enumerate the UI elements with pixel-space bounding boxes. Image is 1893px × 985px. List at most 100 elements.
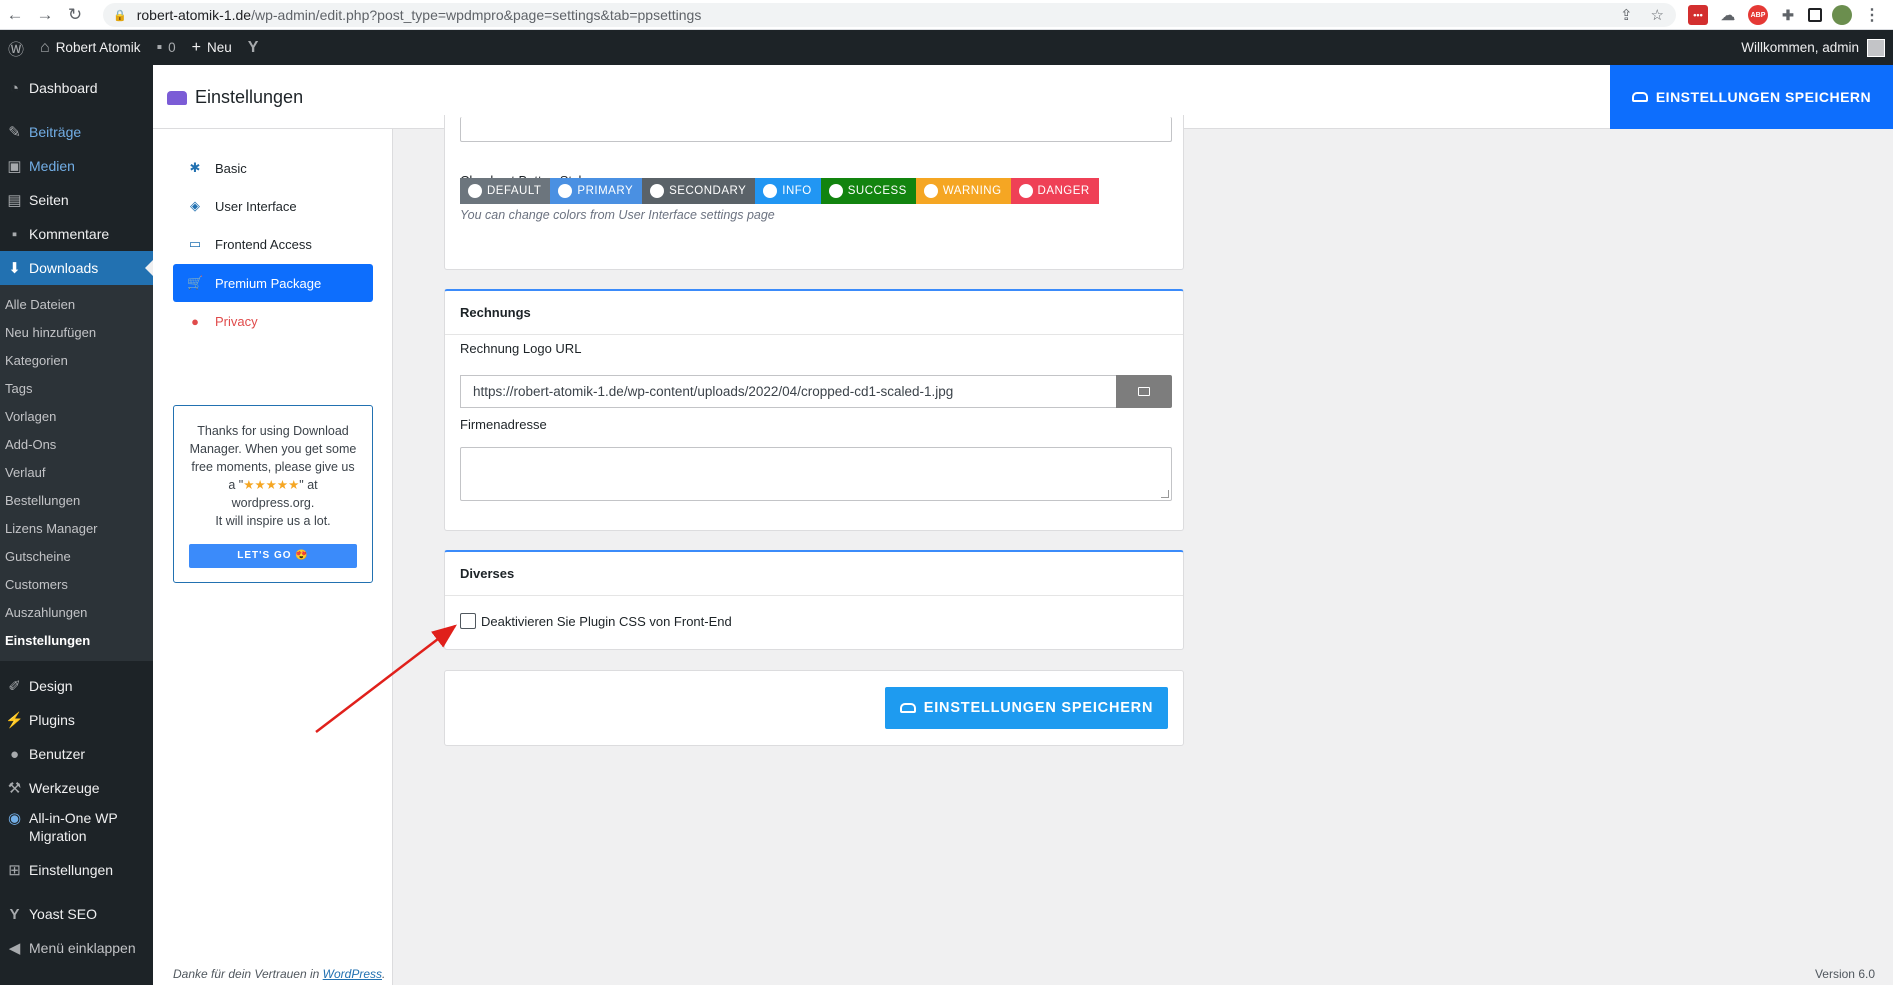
logo-url-input[interactable]: https://robert-atomik-1.de/wp-content/up… <box>460 375 1116 408</box>
submenu-tags[interactable]: Tags <box>0 375 153 403</box>
menu-tools[interactable]: ⚒ Werkzeuge <box>0 771 153 805</box>
menu-posts[interactable]: ✎ Beiträge <box>0 115 153 149</box>
tab-basic[interactable]: ✱ Basic <box>173 149 373 187</box>
style-option-secondary[interactable]: SECONDARY <box>642 178 756 204</box>
browser-toolbar: ← → ↻ 🔒 robert-atomik-1.de/wp-admin/edit… <box>0 0 1893 30</box>
submenu-all-files[interactable]: Alle Dateien <box>0 291 153 319</box>
submenu-add-new[interactable]: Neu hinzufügen <box>0 319 153 347</box>
submenu-license-manager[interactable]: Lizens Manager <box>0 515 153 543</box>
submenu-addons[interactable]: Add-Ons <box>0 431 153 459</box>
submenu-payouts[interactable]: Auszahlungen <box>0 599 153 627</box>
disable-css-checkbox[interactable] <box>460 613 476 629</box>
submenu-customers[interactable]: Customers <box>0 571 153 599</box>
page-title-text: Einstellungen <box>195 87 304 107</box>
bottom-save-button[interactable]: EINSTELLUNGEN SPEICHERN <box>885 687 1168 729</box>
address-bar[interactable]: 🔒 robert-atomik-1.de/wp-admin/edit.php?p… <box>103 3 1676 27</box>
bookmark-star-icon[interactable]: ☆ <box>1651 6 1664 24</box>
back-icon[interactable]: ← <box>0 0 30 30</box>
adblock-icon[interactable]: ABP <box>1748 5 1768 25</box>
resize-grip-icon[interactable] <box>1161 490 1169 498</box>
downloads-submenu: Alle Dateien Neu hinzufügen Kategorien T… <box>0 285 153 661</box>
text-input[interactable] <box>460 117 1172 142</box>
menu-comments[interactable]: ▪ Kommentare <box>0 217 153 251</box>
style-option-label: DEFAULT <box>487 185 542 197</box>
submenu-orders[interactable]: Bestellungen <box>0 487 153 515</box>
menu-users[interactable]: ● Benutzer <box>0 737 153 771</box>
extensions-bar: ••• ☁ ABP ✚ ⋮ <box>1688 5 1882 25</box>
rating-stars: ★★★★★ <box>243 478 300 492</box>
puzzle-extensions-icon[interactable]: ✚ <box>1778 5 1798 25</box>
avatar <box>1867 38 1885 57</box>
submenu-templates[interactable]: Vorlagen <box>0 403 153 431</box>
tab-label: User Interface <box>215 198 297 214</box>
site-name-link[interactable]: ⌂ Robert Atomik <box>32 30 148 65</box>
wp-logo-icon[interactable]: Ⓦ <box>0 30 32 65</box>
yoast-icon: Y <box>9 905 20 923</box>
profile-avatar-icon[interactable] <box>1832 5 1852 25</box>
extension-red-icon[interactable]: ••• <box>1688 5 1708 25</box>
menu-dashboard[interactable]: ◔ Dashboard <box>0 71 153 105</box>
menu-yoast[interactable]: Y Yoast SEO <box>0 897 153 931</box>
admin-sidebar: ◔ Dashboard ✎ Beiträge ▣ Medien ▤ Seiten ▪ Ko… <box>0 65 153 985</box>
tab-premium-package[interactable]: 🛒 Premium Package <box>173 264 373 302</box>
submenu-categories[interactable]: Kategorien <box>0 347 153 375</box>
style-option-primary[interactable]: PRIMARY <box>550 178 643 204</box>
image-picker-button[interactable] <box>1116 375 1172 408</box>
comment-icon: ▪ <box>11 225 18 243</box>
company-address-label: Firmenadresse <box>460 417 547 432</box>
wordpress-link[interactable]: WordPress <box>323 967 382 981</box>
style-option-danger[interactable]: DANGER <box>1010 178 1099 204</box>
radio-icon <box>468 184 482 198</box>
welcome-text: Willkommen, admin <box>1741 40 1859 55</box>
menu-label: Einstellungen <box>29 862 114 878</box>
menu-migration[interactable]: ◉ All-in-One WP Migration <box>0 805 153 849</box>
new-content-link[interactable]: + Neu <box>184 30 240 65</box>
style-option-success[interactable]: SUCCESS <box>820 178 916 204</box>
radio-icon <box>923 184 938 198</box>
browser-menu-icon[interactable]: ⋮ <box>1862 5 1882 25</box>
page-icon: ▤ <box>7 192 22 209</box>
menu-pages[interactable]: ▤ Seiten <box>0 183 153 217</box>
tab-privacy[interactable]: ● Privacy <box>173 302 373 340</box>
cloud-extension-icon[interactable]: ☁ <box>1718 5 1738 25</box>
submenu-settings[interactable]: Einstellungen <box>0 627 153 655</box>
pin-icon: ✎ <box>8 124 21 141</box>
tab-frontend-access[interactable]: ▭ Frontend Access <box>173 225 373 263</box>
user-icon: ● <box>9 745 20 763</box>
menu-settings[interactable]: ⊞ Einstellungen <box>0 853 153 887</box>
menu-label: Benutzer <box>29 746 86 762</box>
invoice-heading: Rechnungs <box>445 291 1183 335</box>
menu-downloads[interactable]: ⬇ Downloads <box>0 251 153 285</box>
invoice-panel: Rechnungs Rechnung Logo URL https://robe… <box>444 289 1184 531</box>
sidepanel-icon[interactable] <box>1808 8 1822 22</box>
plus-icon: + <box>191 38 202 56</box>
header-save-button[interactable]: EINSTELLUNGEN SPEICHERN <box>1610 65 1893 129</box>
submenu-history[interactable]: Verlauf <box>0 459 153 487</box>
drive-icon <box>167 90 187 105</box>
company-address-textarea[interactable] <box>460 447 1172 501</box>
menu-label: Medien <box>29 158 75 174</box>
account-link[interactable]: Willkommen, admin <box>1741 30 1885 65</box>
style-option-default[interactable]: DEFAULT <box>460 178 551 204</box>
lock-icon: 🔒 <box>113 9 127 22</box>
menu-label: Seiten <box>29 192 69 208</box>
menu-label: Downloads <box>29 260 99 276</box>
forward-icon[interactable]: → <box>30 0 60 30</box>
menu-design[interactable]: ✐ Design <box>0 669 153 703</box>
comments-link[interactable]: ▪ 0 <box>148 30 183 65</box>
style-option-info[interactable]: INFO <box>755 178 821 204</box>
menu-collapse[interactable]: ◀ Menü einklappen <box>0 931 153 965</box>
submenu-coupons[interactable]: Gutscheine <box>0 543 153 571</box>
footer-version: Version 6.0 <box>1814 967 1875 981</box>
reload-icon[interactable]: ↻ <box>60 0 90 30</box>
menu-media[interactable]: ▣ Medien <box>0 149 153 183</box>
lets-go-button[interactable]: LET'S GO 😍 <box>189 544 357 568</box>
dashboard-icon: ◔ <box>9 79 20 97</box>
yoast-adminbar-icon[interactable]: Y <box>240 30 267 65</box>
share-icon[interactable]: ⇪ <box>1620 6 1633 24</box>
menu-plugins[interactable]: ⚡ Plugins <box>0 703 153 737</box>
misc-panel: Diverses Deaktivieren Sie Plugin CSS von… <box>444 550 1184 650</box>
style-option-warning[interactable]: WARNING <box>915 178 1011 204</box>
style-option-label: WARNING <box>942 185 1002 197</box>
tab-user-interface[interactable]: ◈ User Interface <box>173 187 373 225</box>
